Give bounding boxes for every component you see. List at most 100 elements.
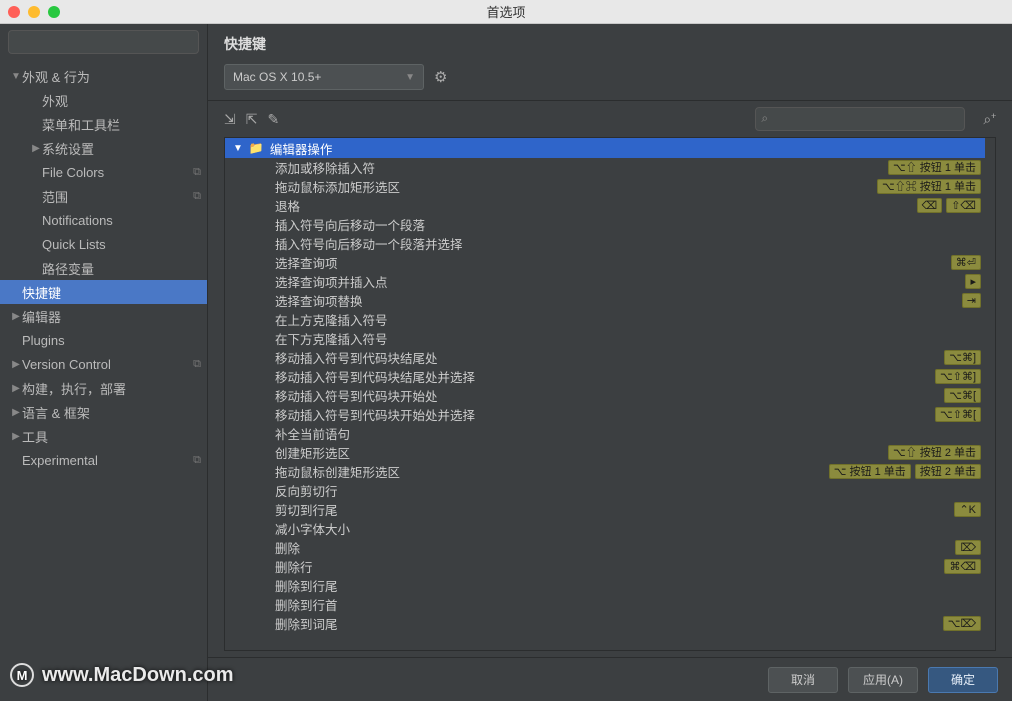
- action-row[interactable]: 插入符号向后移动一个段落: [225, 215, 985, 234]
- action-row[interactable]: 选择查询项⌘⏎: [225, 253, 985, 272]
- action-label: 选择查询项: [233, 253, 951, 272]
- action-label: 移动插入符号到代码块开始处并选择: [233, 405, 935, 424]
- action-group-header[interactable]: ▼ 📁 编辑器操作: [225, 138, 985, 158]
- action-row[interactable]: 删除行⌘⌫: [225, 557, 985, 576]
- shortcut-group: ⌥⌦: [943, 616, 985, 631]
- settings-search-input[interactable]: [8, 30, 199, 54]
- gear-icon[interactable]: ⚙: [434, 68, 447, 86]
- action-row[interactable]: 添加或移除插入符⌥⇧ 按钮 1 单击: [225, 158, 985, 177]
- sidebar-item[interactable]: Quick Lists: [0, 232, 207, 256]
- shortcut-badge: ⌥⌘[: [944, 388, 981, 403]
- collapse-all-icon[interactable]: ⇱: [246, 111, 258, 128]
- action-row[interactable]: 移动插入符号到代码块开始处⌥⌘[: [225, 386, 985, 405]
- action-row[interactable]: 删除⌦: [225, 538, 985, 557]
- action-row[interactable]: 剪切到行尾⌃K: [225, 500, 985, 519]
- folder-icon: 📁: [249, 141, 264, 155]
- group-label: 编辑器操作: [270, 139, 985, 158]
- action-label: 移动插入符号到代码块结尾处: [233, 348, 944, 367]
- action-label: 减小字体大小: [233, 519, 981, 538]
- action-row[interactable]: 拖动鼠标添加矩形选区⌥⇧⌘ 按钮 1 单击: [225, 177, 985, 196]
- actions-toolbar: ⇲ ⇱ ✎ ⌕ ⌕⁺: [208, 101, 1012, 137]
- action-label: 删除行: [233, 557, 944, 576]
- action-row[interactable]: 移动插入符号到代码块结尾处⌥⌘]: [225, 348, 985, 367]
- sidebar-item[interactable]: Experimental⧉: [0, 448, 207, 472]
- sidebar-item[interactable]: ▶Version Control⧉: [0, 352, 207, 376]
- sidebar-item[interactable]: 菜单和工具栏: [0, 112, 207, 136]
- sidebar-item-label: File Colors: [42, 165, 193, 180]
- action-row[interactable]: 选择查询项替换⇥: [225, 291, 985, 310]
- shortcut-badge: ⇧⌫: [946, 198, 981, 213]
- action-row[interactable]: 在下方克隆插入符号: [225, 329, 985, 348]
- sidebar-item[interactable]: ▶编辑器: [0, 304, 207, 328]
- chevron-down-icon: ▼: [405, 72, 415, 83]
- action-row[interactable]: 删除到行尾: [225, 576, 985, 595]
- sidebar-item-label: 范围: [42, 187, 193, 206]
- action-row[interactable]: 移动插入符号到代码块开始处并选择⌥⇧⌘[: [225, 405, 985, 424]
- sidebar-item[interactable]: ▶语言 & 框架: [0, 400, 207, 424]
- action-label: 删除: [233, 538, 955, 557]
- main-panel: 快捷键 Mac OS X 10.5+ ▼ ⚙ ⇲ ⇱ ✎ ⌕ ⌕⁺: [208, 24, 1012, 701]
- action-row[interactable]: 在上方克隆插入符号: [225, 310, 985, 329]
- sidebar-item[interactable]: ▶系统设置: [0, 136, 207, 160]
- action-label: 剪切到行尾: [233, 500, 954, 519]
- actions-list[interactable]: ▼ 📁 编辑器操作添加或移除插入符⌥⇧ 按钮 1 单击拖动鼠标添加矩形选区⌥⇧⌘ 按…: [225, 138, 985, 650]
- action-label: 插入符号向后移动一个段落: [233, 215, 981, 234]
- sidebar-item-label: Experimental: [22, 453, 193, 468]
- sidebar-item[interactable]: 快捷键: [0, 280, 207, 304]
- cancel-button[interactable]: 取消: [768, 667, 838, 693]
- shortcut-group: ⌘⌫: [944, 559, 985, 574]
- action-row[interactable]: 删除到行首: [225, 595, 985, 614]
- scope-badge-icon: ⧉: [193, 190, 201, 203]
- shortcut-badge: ⌘⌫: [944, 559, 981, 574]
- shortcut-badge: ⌥ 按钮 1 单击: [829, 464, 911, 479]
- shortcut-group: ⌃K: [954, 502, 985, 517]
- shortcut-group: ▸: [965, 274, 985, 289]
- sidebar-item[interactable]: ▶工具: [0, 424, 207, 448]
- sidebar-item[interactable]: File Colors⧉: [0, 160, 207, 184]
- action-label: 移动插入符号到代码块开始处: [233, 386, 944, 405]
- shortcut-badge: ⇥: [962, 293, 981, 308]
- shortcut-badge: ⌘⏎: [951, 255, 981, 270]
- shortcut-badge: ⌥⇧⌘ 按钮 1 单击: [877, 179, 981, 194]
- keymap-select[interactable]: Mac OS X 10.5+ ▼: [224, 64, 424, 90]
- dialog-footer: 取消 应用(A) 确定: [208, 657, 1012, 701]
- sidebar-item-label: 语言 & 框架: [22, 403, 201, 422]
- ok-button[interactable]: 确定: [928, 667, 998, 693]
- action-row[interactable]: 反向剪切行: [225, 481, 985, 500]
- shortcut-group: ⌥⇧⌘[: [935, 407, 985, 422]
- action-row[interactable]: 减小字体大小: [225, 519, 985, 538]
- action-row[interactable]: 选择查询项并插入点▸: [225, 272, 985, 291]
- apply-button[interactable]: 应用(A): [848, 667, 918, 693]
- action-row[interactable]: 退格⌫⇧⌫: [225, 196, 985, 215]
- shortcut-group: ⌥ 按钮 1 单击按钮 2 单击: [829, 464, 985, 479]
- sidebar-item[interactable]: ▼外观 & 行为: [0, 64, 207, 88]
- sidebar-item[interactable]: 外观: [0, 88, 207, 112]
- tree-arrow-icon: ▶: [10, 359, 22, 370]
- action-row[interactable]: 补全当前语句: [225, 424, 985, 443]
- sidebar-item[interactable]: ▶构建，执行，部署: [0, 376, 207, 400]
- shortcut-badge: ⌥⇧ 按钮 1 单击: [888, 160, 981, 175]
- expand-all-icon[interactable]: ⇲: [224, 111, 236, 128]
- edit-shortcut-icon[interactable]: ✎: [267, 111, 279, 128]
- action-row[interactable]: 删除到词尾⌥⌦: [225, 614, 985, 633]
- action-row[interactable]: 创建矩形选区⌥⇧ 按钮 2 单击: [225, 443, 985, 462]
- action-row[interactable]: 移动插入符号到代码块结尾处并选择⌥⇧⌘]: [225, 367, 985, 386]
- action-label: 反向剪切行: [233, 481, 981, 500]
- shortcut-group: ⇥: [962, 293, 985, 308]
- action-label: 拖动鼠标添加矩形选区: [233, 177, 877, 196]
- sidebar-item[interactable]: 路径变量: [0, 256, 207, 280]
- action-label: 移动插入符号到代码块结尾处并选择: [233, 367, 935, 386]
- action-row[interactable]: 插入符号向后移动一个段落并选择: [225, 234, 985, 253]
- action-search-input[interactable]: [755, 107, 965, 131]
- action-row[interactable]: 拖动鼠标创建矩形选区⌥ 按钮 1 单击按钮 2 单击: [225, 462, 985, 481]
- tree-arrow-icon: ▶: [10, 431, 22, 442]
- sidebar-item[interactable]: 范围⧉: [0, 184, 207, 208]
- action-label: 删除到行首: [233, 595, 981, 614]
- chevron-down-icon: ▼: [233, 143, 243, 154]
- sidebar-item[interactable]: Notifications: [0, 208, 207, 232]
- sidebar-item[interactable]: Plugins: [0, 328, 207, 352]
- settings-tree[interactable]: ▼外观 & 行为外观菜单和工具栏▶系统设置File Colors⧉范围⧉Noti…: [0, 60, 207, 701]
- find-by-shortcut-icon[interactable]: ⌕⁺: [983, 111, 996, 128]
- sidebar-item-label: 系统设置: [42, 139, 201, 158]
- page-title: 快捷键: [224, 34, 996, 54]
